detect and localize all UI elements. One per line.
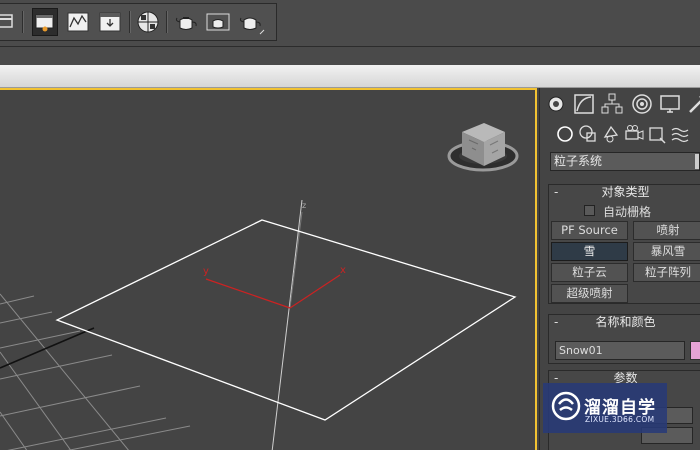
utilities-tab-icon[interactable] xyxy=(686,92,700,116)
ribbon-gap xyxy=(0,47,700,65)
watermark-logo-icon xyxy=(551,391,581,421)
watermark-subtitle: ZIXUE.3D66.COM xyxy=(585,415,655,424)
parray-button[interactable]: 粒子阵列 xyxy=(633,263,700,282)
z-axis-label: z xyxy=(302,201,306,210)
category-dropdown-value: 粒子系统 xyxy=(554,154,603,168)
y-axis-line xyxy=(205,278,291,309)
geometry-icon[interactable] xyxy=(554,123,576,145)
lights-icon[interactable] xyxy=(600,123,622,145)
render-frame-window-icon[interactable] xyxy=(32,8,58,36)
z-axis-inner xyxy=(289,211,303,309)
name-color-header[interactable]: - 名称和颜色 xyxy=(549,315,700,331)
object-type-title: 对象类型 xyxy=(601,185,650,199)
autogrid-checkbox[interactable] xyxy=(584,205,595,216)
pf-source-button[interactable]: PF Source xyxy=(551,221,628,240)
watermark: 溜溜自学 ZIXUE.3D66.COM xyxy=(543,383,667,433)
z-axis-line xyxy=(271,199,303,450)
cameras-icon[interactable] xyxy=(623,123,645,145)
teapot-render-icon[interactable] xyxy=(174,10,198,34)
object-type-rollout: - 对象类型 自动栅格 PF Source 喷射 雪 暴风雪 粒子云 粒子阵列 … xyxy=(548,184,700,304)
material-editor-icon[interactable] xyxy=(136,10,160,34)
toolbar-separator xyxy=(22,11,24,33)
spray-button[interactable]: 喷射 xyxy=(633,221,700,240)
motion-tab-icon[interactable] xyxy=(630,92,654,116)
shapes-icon[interactable] xyxy=(577,123,599,145)
home-grid xyxy=(0,293,191,450)
object-name-field[interactable]: Snow01 xyxy=(555,341,685,360)
name-color-rollout: - 名称和颜色 Snow01 xyxy=(548,314,700,364)
ribbon-bar xyxy=(0,65,700,88)
snow-emitter-plane[interactable] xyxy=(55,219,517,421)
autogrid-label: 自动栅格 xyxy=(603,205,652,219)
display-tab-icon[interactable] xyxy=(658,92,682,116)
perspective-viewport[interactable]: y x z xyxy=(0,88,537,450)
x-axis-line xyxy=(289,274,341,309)
create-tab-icon[interactable] xyxy=(544,92,568,116)
viewport-scene: y x z xyxy=(0,123,519,450)
render-setup-icon[interactable] xyxy=(98,10,122,34)
pcloud-button[interactable]: 粒子云 xyxy=(551,263,628,282)
teapot-active-icon[interactable] xyxy=(238,10,265,35)
create-category-tabs xyxy=(548,123,698,147)
space-warps-icon[interactable] xyxy=(669,123,691,145)
main-toolbar xyxy=(0,0,700,47)
object-color-swatch[interactable] xyxy=(690,341,700,360)
super-spray-button[interactable]: 超级喷射 xyxy=(551,284,628,303)
dropdown-arrow-icon[interactable] xyxy=(695,154,699,169)
y-axis-label: y xyxy=(203,266,209,277)
category-dropdown[interactable]: 粒子系统 xyxy=(550,152,700,171)
quick-render-icon[interactable] xyxy=(0,10,18,34)
modify-tab-icon[interactable] xyxy=(572,92,596,116)
helpers-icon[interactable] xyxy=(646,123,668,145)
object-type-header[interactable]: - 对象类型 xyxy=(549,185,700,201)
snow-button[interactable]: 雪 xyxy=(551,242,628,261)
toolbar-separator xyxy=(129,11,131,33)
viewcube[interactable] xyxy=(447,123,519,172)
teapot-render-frame-icon[interactable] xyxy=(206,10,230,34)
command-panel-tabs xyxy=(540,90,700,118)
curve-editor-icon[interactable] xyxy=(66,10,90,34)
hierarchy-tab-icon[interactable] xyxy=(600,92,624,116)
x-axis-label: x xyxy=(340,265,346,276)
name-color-title: 名称和颜色 xyxy=(595,315,656,329)
toolbar-separator xyxy=(166,11,168,33)
blizzard-button[interactable]: 暴风雪 xyxy=(633,242,700,261)
